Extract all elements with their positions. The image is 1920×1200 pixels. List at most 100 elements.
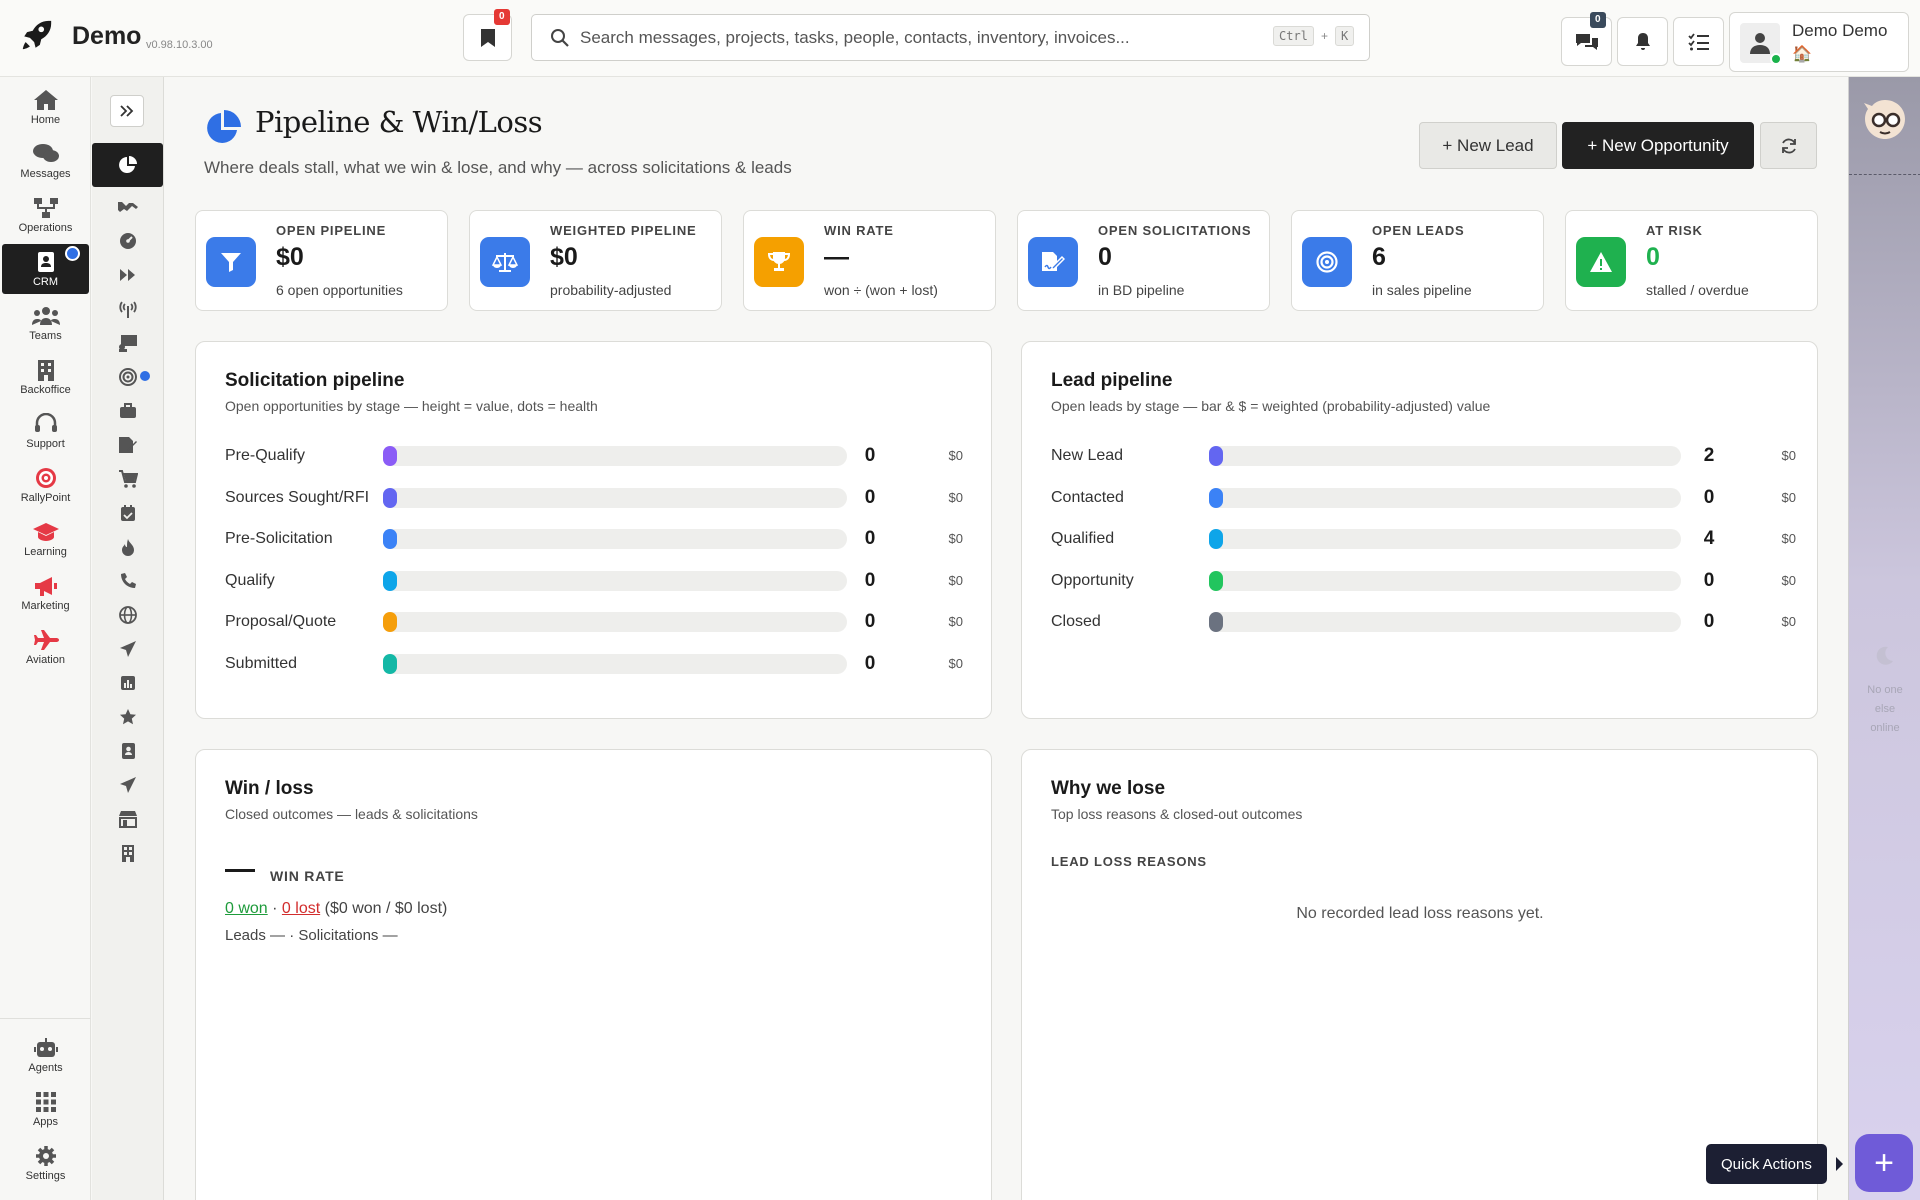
nav-teams[interactable]: Teams	[2, 298, 89, 348]
sub-nav-hot[interactable]	[92, 530, 163, 564]
stage-count: 0	[864, 445, 876, 466]
stage-row[interactable]: Pre-Qualify 0 $0	[225, 441, 965, 471]
assistant-mascot-icon[interactable]	[1862, 98, 1908, 142]
user-menu[interactable]: Demo Demo 🏠	[1729, 12, 1909, 72]
expand-sidebar-button[interactable]	[110, 95, 144, 127]
scale-icon	[492, 253, 518, 272]
lost-link[interactable]: 0 lost	[282, 900, 320, 917]
sub-nav-contacts[interactable]	[92, 734, 163, 768]
nav-rallypoint[interactable]: RallyPoint	[2, 460, 89, 510]
sub-nav-pipeline[interactable]	[92, 143, 163, 187]
tasks-button[interactable]	[1673, 17, 1724, 66]
antenna-icon	[118, 301, 137, 318]
sub-nav-briefcase[interactable]	[92, 394, 163, 428]
loss-reasons-heading: LEAD LOSS REASONS	[1051, 854, 1207, 869]
plane-icon	[33, 629, 59, 650]
stage-row[interactable]: Contacted 0 $0	[1051, 483, 1796, 513]
nav-aviation[interactable]: Aviation	[2, 622, 89, 672]
stage-count: 4	[1703, 528, 1715, 549]
stage-amount: $0	[1781, 448, 1796, 463]
sub-nav-web[interactable]	[92, 598, 163, 632]
stage-label: Submitted	[225, 654, 298, 672]
rocket-logo-icon[interactable]	[20, 18, 54, 52]
sub-nav-dashboard[interactable]	[92, 224, 163, 258]
gauge-icon	[119, 233, 136, 249]
chat-icon	[1575, 33, 1598, 50]
won-link[interactable]: 0 won	[225, 900, 268, 917]
stage-bar-fill	[383, 529, 397, 549]
nav-operations[interactable]: Operations	[2, 190, 89, 240]
kpi-note: 6 open opportunities	[276, 282, 403, 298]
search-input[interactable]	[580, 25, 1270, 51]
stage-bar-fill	[383, 570, 397, 591]
page-subtitle: Where deals stall, what we win & lose, a…	[204, 158, 792, 177]
home-emoji-icon: 🏠	[1792, 46, 1812, 63]
sub-nav-calendar[interactable]	[92, 496, 163, 530]
stage-bar	[383, 446, 847, 466]
kpi-label: WIN RATE	[824, 223, 894, 238]
nav-home[interactable]: Home	[2, 82, 89, 132]
sub-nav-favorites[interactable]	[92, 700, 163, 734]
sub-nav-send[interactable]	[92, 632, 163, 666]
nav-support-label: Support	[26, 437, 65, 450]
sub-nav-contracts[interactable]	[92, 428, 163, 462]
sub-nav-broadcast[interactable]	[92, 292, 163, 326]
briefcase-icon	[119, 403, 136, 418]
sub-nav-store[interactable]	[92, 802, 163, 836]
sub-nav-companies[interactable]	[92, 836, 163, 870]
new-lead-button[interactable]: + New Lead	[1419, 122, 1557, 169]
sub-nav-forward[interactable]	[92, 258, 163, 292]
quick-actions-button[interactable]: +	[1855, 1134, 1913, 1192]
stage-row[interactable]: Sources Sought/RFI 0 $0	[225, 483, 965, 513]
stage-count: 0	[1703, 611, 1715, 632]
nav-apps[interactable]: Apps	[2, 1084, 89, 1134]
nav-backoffice[interactable]: Backoffice	[2, 352, 89, 402]
operations-icon	[33, 197, 58, 218]
stage-row[interactable]: Qualify 0 $0	[225, 566, 965, 596]
stage-amount: $0	[948, 614, 963, 629]
sub-nav-campaigns[interactable]	[92, 768, 163, 802]
nav-support[interactable]: Support	[2, 406, 89, 456]
nav-marketing-label: Marketing	[21, 599, 70, 612]
sub-nav-handshake[interactable]	[92, 190, 163, 224]
nav-settings[interactable]: Settings	[2, 1138, 89, 1188]
graduation-icon	[32, 522, 59, 541]
stage-bar-fill	[1209, 612, 1223, 632]
chat-button[interactable]: 0	[1561, 12, 1612, 66]
card-subtitle: Open leads by stage — bar & $ = weighted…	[1051, 398, 1491, 414]
sub-nav-presentation[interactable]	[92, 326, 163, 360]
stage-bar-fill	[1209, 487, 1223, 508]
sub-nav-calls[interactable]	[92, 564, 163, 598]
kpi-open-leads: OPEN LEADS 6 in sales pipeline	[1291, 210, 1544, 311]
new-opportunity-button[interactable]: + New Opportunity	[1562, 122, 1754, 169]
notifications-button[interactable]	[1617, 17, 1668, 66]
nav-crm[interactable]: CRM	[2, 244, 89, 294]
pie-chart-icon	[207, 110, 241, 143]
stage-row[interactable]: Opportunity 0 $0	[1051, 566, 1796, 596]
stage-bar	[383, 653, 847, 674]
stage-row[interactable]: New Lead 2 $0	[1051, 441, 1796, 471]
sub-nav-targets[interactable]	[92, 360, 163, 394]
stage-count: 0	[864, 569, 876, 591]
refresh-button[interactable]	[1760, 122, 1817, 169]
grid-icon	[35, 1091, 56, 1112]
sub-nav-reports[interactable]	[92, 666, 163, 700]
stage-row[interactable]: Qualified 4 $0	[1051, 524, 1796, 554]
kpi-note: stalled / overdue	[1646, 282, 1749, 298]
stage-row[interactable]: Submitted 0 $0	[225, 649, 965, 679]
nav-learning[interactable]: Learning	[2, 514, 89, 564]
global-search[interactable]: Ctrl + K	[531, 14, 1370, 61]
stage-row[interactable]: Closed 0 $0	[1051, 607, 1796, 637]
nav-marketing[interactable]: Marketing	[2, 568, 89, 618]
stage-bar	[383, 612, 847, 632]
stage-row[interactable]: Proposal/Quote 0 $0	[225, 607, 965, 637]
nav-agents[interactable]: Agents	[2, 1030, 89, 1080]
stage-label: Opportunity	[1051, 571, 1134, 589]
chat-badge: 0	[1590, 12, 1606, 28]
sub-nav-orders[interactable]	[92, 462, 163, 496]
bookmarks-button[interactable]: 0	[463, 9, 512, 61]
stage-bar-fill	[383, 653, 397, 674]
stage-bar-fill	[383, 487, 397, 508]
nav-messages[interactable]: Messages	[2, 136, 89, 186]
stage-row[interactable]: Pre-Solicitation 0 $0	[225, 524, 965, 554]
